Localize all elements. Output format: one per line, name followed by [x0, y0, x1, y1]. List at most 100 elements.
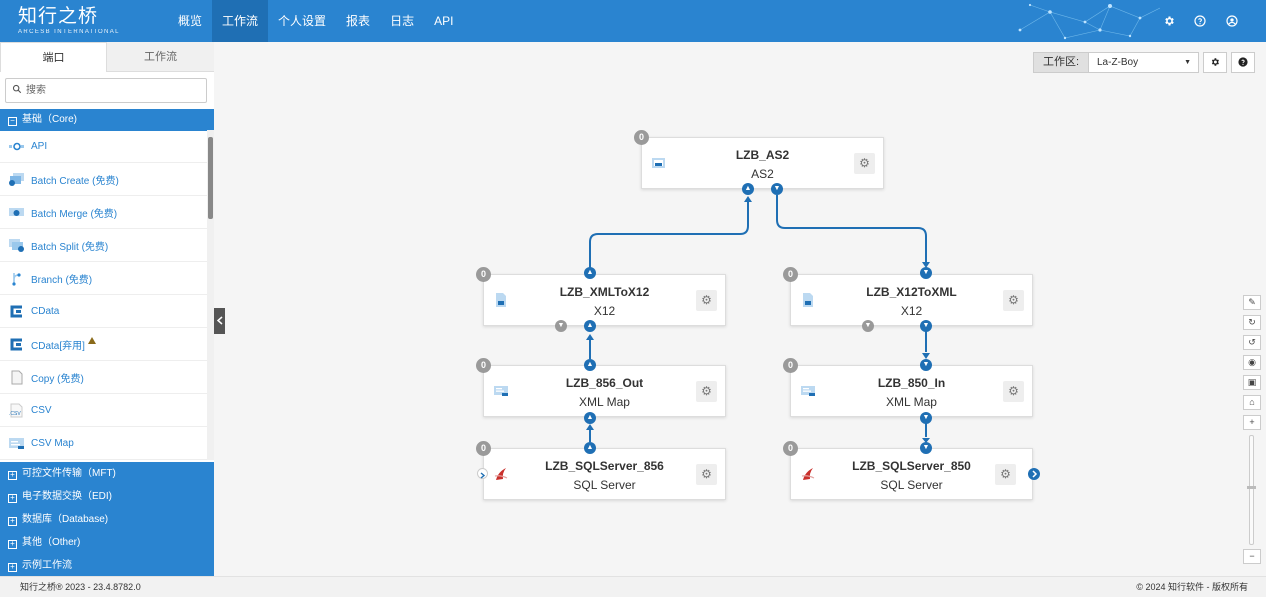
list-item-label: CData[弃用]: [31, 340, 85, 352]
connection-as2-to-x12toxml: [776, 195, 927, 262]
node-lzb-850-in[interactable]: LZB_850_In XML Map ⚙: [790, 365, 1033, 417]
node-count-badge: 0: [476, 441, 491, 456]
chevron-down-icon[interactable]: ▼: [862, 320, 874, 332]
list-item[interactable]: API: [0, 130, 207, 163]
chevron-down-icon[interactable]: ▼: [920, 442, 932, 454]
workspace-bar: 工作区: La-Z-Boy ▼: [1033, 52, 1255, 73]
node-type: X12: [900, 304, 923, 318]
zoom-in-icon[interactable]: +: [1243, 415, 1261, 430]
node-count-badge: 0: [783, 441, 798, 456]
chevron-down-icon[interactable]: ▼: [771, 183, 783, 195]
node-count-badge: 0: [476, 358, 491, 373]
category-database[interactable]: + 数据库（Database): [0, 508, 214, 531]
category-other[interactable]: + 其他（Other): [0, 531, 214, 554]
node-lzb-as2[interactable]: LZB_AS2 AS2 ⚙: [641, 137, 884, 189]
zoom-slider[interactable]: [1247, 435, 1256, 545]
brand-logo[interactable]: 知行之桥 ARCESB INTERNATIONAL: [18, 6, 120, 35]
eye-icon[interactable]: ◉: [1243, 355, 1261, 370]
chevron-up-icon[interactable]: ▲: [584, 442, 596, 454]
workspace-help-button[interactable]: [1231, 52, 1255, 73]
chevron-down-icon[interactable]: ▼: [920, 320, 932, 332]
list-item[interactable]: CSV Map: [0, 427, 207, 460]
user-icon[interactable]: [1222, 11, 1242, 31]
chevron-right-icon[interactable]: [477, 468, 488, 479]
gear-icon[interactable]: ⚙: [854, 153, 875, 174]
expand-icon: +: [8, 563, 17, 572]
collapsed-categories: + 可控文件传输（MFT) + 电子数据交换（EDI) + 数据库（Database)…: [0, 462, 214, 576]
gear-icon[interactable]: [1159, 11, 1179, 31]
collapse-icon: −: [8, 117, 17, 126]
chevron-up-icon[interactable]: ▲: [742, 183, 754, 195]
chevron-down-icon[interactable]: ▼: [920, 412, 932, 424]
scrollbar-thumb[interactable]: [208, 137, 213, 219]
image-export-icon[interactable]: ▣: [1243, 375, 1261, 390]
node-count-badge: 0: [476, 267, 491, 282]
node-lzb-sqlserver-856[interactable]: LZB_SQLServer_856 SQL Server ⚙: [483, 448, 726, 500]
help-icon[interactable]: [1190, 11, 1210, 31]
category-core[interactable]: − 基础（Core): [0, 109, 214, 131]
batch-create-icon: [8, 172, 25, 187]
chevron-down-icon[interactable]: ▼: [920, 359, 932, 371]
chevron-up-icon[interactable]: ▲: [584, 267, 596, 279]
list-item[interactable]: .CSV CSV: [0, 394, 207, 427]
nav-workflow[interactable]: 工作流: [212, 0, 269, 42]
sidebar-collapse-handle[interactable]: [214, 308, 225, 334]
nav-overview[interactable]: 概览: [168, 0, 212, 42]
gear-icon[interactable]: ⚙: [696, 381, 717, 402]
list-item[interactable]: Copy (免费): [0, 361, 207, 394]
list-item[interactable]: Batch Split (免费): [0, 229, 207, 262]
workspace-settings-button[interactable]: [1203, 52, 1227, 73]
nav-profile[interactable]: 个人设置: [268, 0, 336, 42]
list-item-label: Branch (免费): [31, 274, 93, 286]
node-lzb-856-out[interactable]: LZB_856_Out XML Map ⚙: [483, 365, 726, 417]
gear-icon[interactable]: ⚙: [995, 464, 1016, 485]
chevron-up-icon[interactable]: ▲: [584, 320, 596, 332]
list-item[interactable]: Batch Create (免费): [0, 163, 207, 196]
batch-split-icon: [8, 238, 25, 253]
list-item[interactable]: CData[弃用]: [0, 328, 207, 361]
list-item[interactable]: CData: [0, 295, 207, 328]
gear-icon[interactable]: ⚙: [1003, 381, 1024, 402]
undo-icon[interactable]: ↺: [1243, 335, 1261, 350]
redo-icon[interactable]: ↻: [1243, 315, 1261, 330]
nav-api[interactable]: API: [424, 0, 463, 42]
nav-logs[interactable]: 日志: [380, 0, 424, 42]
magic-wand-icon[interactable]: ✎: [1243, 295, 1261, 310]
workspace-label: 工作区:: [1033, 52, 1089, 73]
zoom-out-icon[interactable]: −: [1243, 549, 1261, 564]
list-item-label: CData: [31, 305, 60, 317]
workspace-selected-value: La-Z-Boy: [1097, 57, 1139, 68]
node-lzb-xmltox12[interactable]: LZB_XMLToX12 X12 ⚙: [483, 274, 726, 326]
connection-xmltox12-to-as2: [589, 200, 749, 268]
category-samples[interactable]: + 示例工作流: [0, 554, 214, 577]
tab-workflows[interactable]: 工作流: [107, 42, 214, 72]
gear-icon[interactable]: ⚙: [696, 464, 717, 485]
component-list: API Batch Create (免费) Batch Merge (免费) B…: [0, 130, 207, 460]
chevron-up-icon[interactable]: ▲: [584, 359, 596, 371]
category-edi[interactable]: + 电子数据交换（EDI): [0, 485, 214, 508]
list-item[interactable]: Batch Merge (免费): [0, 196, 207, 229]
node-title: LZB_850_In: [877, 376, 946, 390]
gear-icon[interactable]: ⚙: [696, 290, 717, 311]
chevron-right-icon[interactable]: [1028, 468, 1040, 480]
node-lzb-sqlserver-850[interactable]: LZB_SQLServer_850 SQL Server ⚙: [790, 448, 1033, 500]
nav-reports[interactable]: 报表: [336, 0, 380, 42]
chevron-down-icon[interactable]: ▼: [920, 267, 932, 279]
chevron-down-icon[interactable]: ▼: [555, 320, 567, 332]
list-item[interactable]: Branch (免费): [0, 262, 207, 295]
expand-icon: +: [8, 540, 17, 549]
category-mft[interactable]: + 可控文件传输（MFT): [0, 462, 214, 485]
gear-icon[interactable]: ⚙: [1003, 290, 1024, 311]
brand-name: 知行之桥: [18, 6, 99, 27]
search-input[interactable]: [26, 82, 201, 99]
component-list-scrollbar[interactable]: [207, 130, 214, 460]
home-icon[interactable]: ⌂: [1243, 395, 1261, 410]
node-type: XML Map: [579, 395, 630, 409]
node-lzb-x12toxml[interactable]: LZB_X12ToXML X12 ⚙: [790, 274, 1033, 326]
zoom-slider-handle[interactable]: [1247, 486, 1256, 489]
chevron-up-icon[interactable]: ▲: [584, 412, 596, 424]
component-sidebar: 端口 工作流 −基础（Core) API Batch Create (免费) B…: [0, 42, 214, 576]
tab-ports[interactable]: 端口: [0, 42, 107, 72]
workspace-select[interactable]: La-Z-Boy ▼: [1089, 52, 1199, 73]
node-count-badge: 0: [783, 358, 798, 373]
